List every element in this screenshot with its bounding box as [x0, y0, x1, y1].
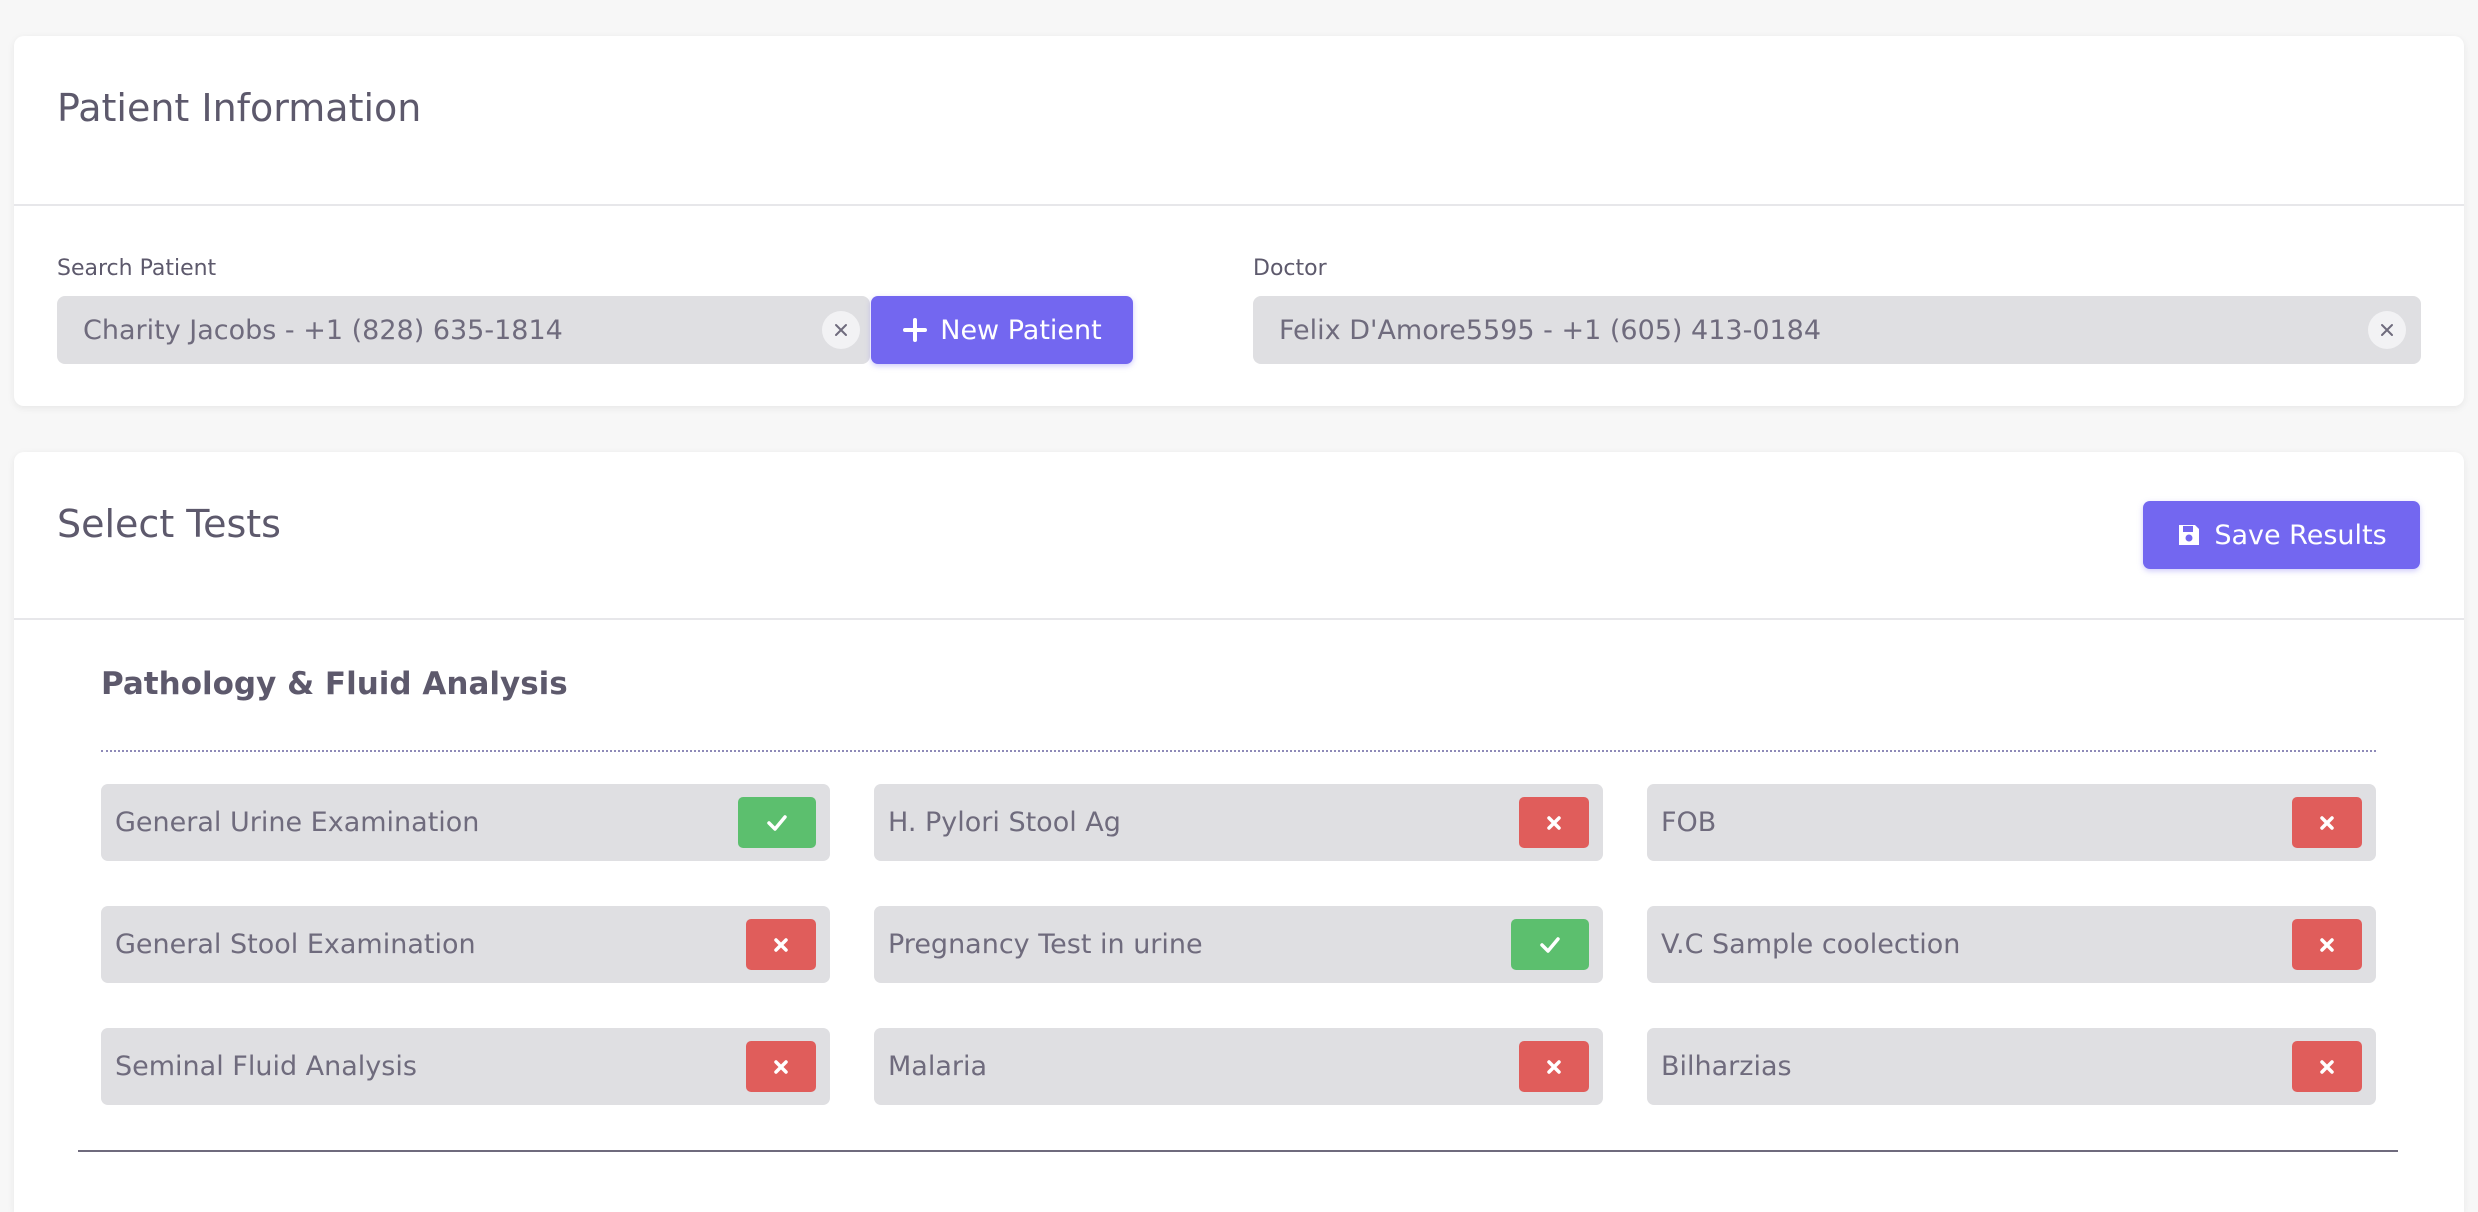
clear-doctor-button[interactable] — [2368, 311, 2406, 349]
save-results-label: Save Results — [2214, 519, 2387, 551]
test-toggle-button[interactable] — [746, 919, 816, 970]
test-toggle-button[interactable] — [1519, 1041, 1589, 1092]
save-results-button[interactable]: Save Results — [2143, 501, 2420, 569]
section-end-rule — [78, 1150, 2398, 1152]
test-toggle-button[interactable] — [1519, 797, 1589, 848]
test-item[interactable]: Malaria — [874, 1028, 1603, 1105]
search-patient-value: Charity Jacobs - +1 (828) 635-1814 — [83, 314, 563, 346]
section-title: Pathology & Fluid Analysis — [101, 666, 568, 702]
test-item[interactable]: H. Pylori Stool Ag — [874, 784, 1603, 861]
section-divider — [101, 750, 2376, 752]
close-icon — [2381, 324, 2393, 336]
test-item-label: General Stool Examination — [115, 929, 476, 960]
test-item[interactable]: Pregnancy Test in urine — [874, 906, 1603, 983]
test-item[interactable]: Seminal Fluid Analysis — [101, 1028, 830, 1105]
doctor-select[interactable]: Felix D'Amore5595 - +1 (605) 413-0184 — [1253, 296, 2421, 364]
floppy-disk-icon — [2179, 525, 2200, 545]
test-item-label: Malaria — [888, 1051, 988, 1082]
test-toggle-button[interactable] — [2292, 797, 2362, 848]
test-item-label: H. Pylori Stool Ag — [888, 807, 1121, 838]
test-item[interactable]: V.C Sample coolection — [1647, 906, 2376, 983]
test-item-label: Bilharzias — [1661, 1051, 1792, 1082]
plus-icon — [903, 318, 928, 342]
patient-information-title: Patient Information — [57, 86, 422, 130]
search-patient-label: Search Patient — [57, 256, 217, 281]
test-item-label: Pregnancy Test in urine — [888, 929, 1203, 960]
search-patient-select[interactable]: Charity Jacobs - +1 (828) 635-1814 — [57, 296, 870, 364]
test-item-label: FOB — [1661, 807, 1717, 838]
header-divider — [14, 618, 2464, 620]
patient-information-card: Patient Information Search Patient Chari… — [14, 36, 2464, 406]
doctor-label: Doctor — [1253, 256, 1327, 281]
x-icon — [774, 1059, 788, 1074]
test-item-label: General Urine Examination — [115, 807, 480, 838]
x-icon — [2320, 1059, 2334, 1074]
x-icon — [1547, 815, 1561, 830]
check-icon — [767, 814, 787, 831]
x-icon — [2320, 815, 2334, 830]
test-item-label: V.C Sample coolection — [1661, 929, 1961, 960]
new-patient-label: New Patient — [940, 314, 1102, 346]
check-icon — [1540, 936, 1560, 953]
test-item-label: Seminal Fluid Analysis — [115, 1051, 417, 1082]
x-icon — [2320, 937, 2334, 952]
select-tests-title: Select Tests — [57, 502, 281, 546]
new-patient-button[interactable]: New Patient — [871, 296, 1133, 364]
test-toggle-button[interactable] — [2292, 919, 2362, 970]
x-icon — [774, 937, 788, 952]
header-divider — [14, 204, 2464, 206]
test-toggle-button[interactable] — [746, 1041, 816, 1092]
x-icon — [1547, 1059, 1561, 1074]
test-item[interactable]: FOB — [1647, 784, 2376, 861]
doctor-value: Felix D'Amore5595 - +1 (605) 413-0184 — [1279, 314, 1822, 346]
test-item[interactable]: Bilharzias — [1647, 1028, 2376, 1105]
test-item[interactable]: General Stool Examination — [101, 906, 830, 983]
test-toggle-button[interactable] — [2292, 1041, 2362, 1092]
test-item[interactable]: General Urine Examination — [101, 784, 830, 861]
close-icon — [835, 324, 847, 336]
test-toggle-button[interactable] — [1511, 919, 1589, 970]
test-toggle-button[interactable] — [738, 797, 816, 848]
clear-patient-button[interactable] — [822, 311, 860, 349]
select-tests-card: Select Tests Save Results Pathology & Fl… — [14, 452, 2464, 1212]
